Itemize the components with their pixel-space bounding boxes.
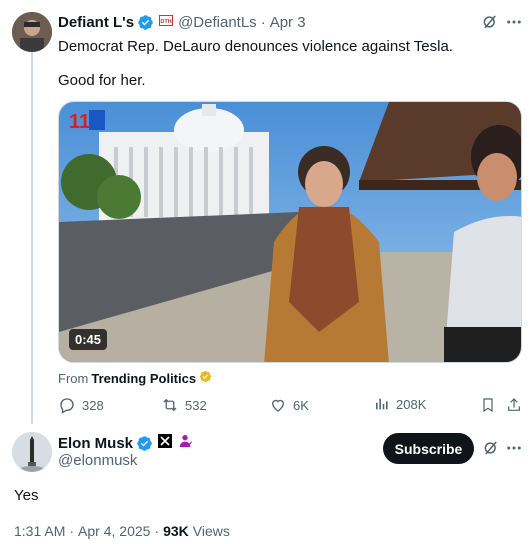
tweet-header: Elon Musk [58,433,193,454]
separator-dot: · [69,523,75,539]
display-name[interactable]: Defiant L's [58,14,134,31]
tweet-metadata: 1:31 AM · Apr 4, 2025 · 93K Views [14,523,230,539]
video-source-line: From Trending Politics [58,370,212,386]
government-badge-icon [177,433,193,454]
more-options-icon[interactable] [504,438,524,458]
subscribe-button[interactable]: Subscribe [383,433,474,464]
bookmark-button[interactable] [480,396,496,414]
views-button[interactable]: 208K [374,396,426,412]
separator-dot: · [154,523,160,539]
affiliate-badge-icon: DTH [159,13,174,31]
tweet-text-line2: Good for her. [58,72,146,89]
share-icon [508,398,520,411]
tweet-date[interactable]: Apr 4, 2025 [78,523,150,539]
verified-badge-icon [137,14,154,31]
view-count: 208K [396,396,427,412]
repost-button[interactable]: 532 [161,396,207,414]
handle[interactable]: @DefiantLs [178,14,257,31]
gold-verified-badge-icon [199,370,212,386]
avatar-elonmusk[interactable] [12,432,52,472]
avatar-defiantls[interactable] [12,12,52,52]
more-options-icon[interactable] [504,12,524,32]
repost-icon [163,398,177,412]
grok-icon[interactable] [481,438,501,458]
views-label: Views [192,523,230,539]
video-player[interactable]: 11 0:45 [58,101,522,363]
thread-connector-line [31,52,33,424]
repost-count: 532 [185,397,207,413]
svg-text:DTH: DTH [160,19,171,25]
share-button[interactable] [506,396,522,414]
video-thumbnail: 11 [59,102,521,362]
tweet-text: Democrat Rep. DeLauro denounces violence… [58,38,453,55]
tweet-date[interactable]: Apr 3 [270,14,306,31]
tweet-time[interactable]: 1:31 AM [14,523,65,539]
tweet-text: Yes [14,487,39,504]
x-affiliate-badge-icon [158,434,173,453]
from-source-link[interactable]: Trending Politics [91,371,196,386]
analytics-icon [376,398,388,410]
reply-count: 328 [82,397,104,413]
like-count: 6K [293,397,309,413]
like-button[interactable]: 6K [269,396,309,414]
from-prefix: From [58,370,89,386]
handle[interactable]: @elonmusk [58,452,137,469]
bookmark-icon [483,398,493,413]
heart-icon [272,399,284,412]
views-count: 93K [163,523,189,539]
video-duration: 0:45 [69,329,108,350]
tweet-header: Defiant L's DTH @DefiantLs · Apr 3 [58,13,306,31]
reply-button[interactable]: 328 [58,396,104,414]
reply-icon [60,398,74,414]
display-name[interactable]: Elon Musk [58,435,133,452]
grok-icon[interactable] [480,12,500,32]
verified-badge-icon [136,435,153,452]
channel-logo: 11 [69,111,90,133]
separator-dot: · [260,13,266,31]
